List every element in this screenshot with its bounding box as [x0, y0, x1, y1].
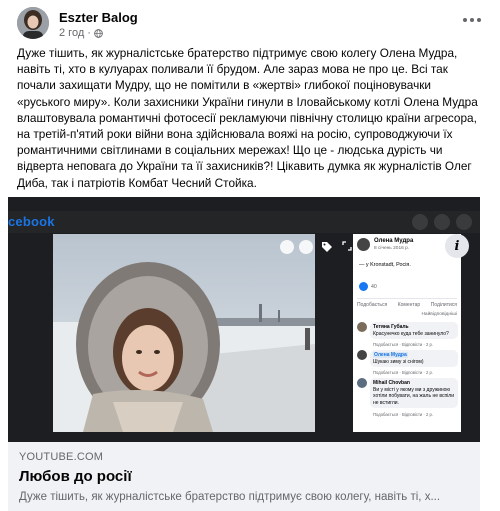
- photo-woman-in-snow: [53, 234, 315, 432]
- side-caption: — у Kronstadt, Росія.: [359, 262, 411, 268]
- side-likes: 40: [359, 282, 377, 291]
- link-domain: YOUTUBE.COM: [19, 451, 104, 463]
- post-time[interactable]: 2 год: [59, 27, 84, 39]
- link-preview-media[interactable]: cebook Олена Мудра 8 січень 2016 р. — у …: [8, 197, 480, 442]
- photo-side-panel: Олена Мудра 8 січень 2016 р. — у Kronsta…: [353, 234, 461, 432]
- messenger-icon: [412, 214, 428, 230]
- comment-avatar: [357, 350, 367, 360]
- link-preview-meta[interactable]: YOUTUBE.COM Любов до росії Дуже тішить, …: [8, 442, 480, 511]
- notifications-icon: [434, 214, 450, 230]
- like-icon: [359, 282, 368, 291]
- side-avatar[interactable]: [357, 238, 370, 251]
- link-title[interactable]: Любов до росії: [19, 468, 469, 485]
- link-description: Дуже тішить, як журналістське братерство…: [19, 491, 441, 503]
- zoom-out-icon[interactable]: [299, 240, 313, 254]
- facebook-topbar: cebook: [8, 211, 480, 233]
- author-avatar[interactable]: [17, 7, 49, 39]
- side-likes-count: 40: [371, 283, 377, 290]
- expand-icon[interactable]: [342, 241, 352, 251]
- globe-icon: [94, 28, 103, 38]
- account-icon: [456, 214, 472, 230]
- post-text: Дуже тішить, як журналістське братерство…: [17, 45, 485, 191]
- facebook-logo: cebook: [8, 214, 55, 229]
- zoom-in-icon[interactable]: [280, 240, 294, 254]
- author-name[interactable]: Eszter Balog: [59, 10, 138, 25]
- side-actions: Подобається Коментар Поділитися: [357, 298, 457, 308]
- comment-avatar: [357, 378, 367, 388]
- info-icon[interactable]: i: [445, 234, 469, 258]
- side-author[interactable]: Олена Мудра: [374, 238, 413, 244]
- comment-avatar: [357, 322, 367, 332]
- comment-sort[interactable]: Найвідповідніші: [421, 312, 457, 317]
- comment-button[interactable]: Коментар: [398, 302, 420, 308]
- share-button[interactable]: Поділитися: [431, 302, 457, 308]
- facebook-post: Eszter Balog 2 год · Дуже тішить, як жур…: [0, 0, 500, 511]
- more-options-icon[interactable]: [461, 13, 483, 27]
- post-body: Дуже тішить, як журналістське братерство…: [17, 46, 478, 190]
- side-date: 8 січень 2016 р.: [374, 246, 410, 251]
- like-button[interactable]: Подобається: [357, 302, 387, 308]
- post-meta: 2 год ·: [59, 27, 103, 39]
- post-header: Eszter Balog 2 год ·: [17, 7, 487, 43]
- tag-icon[interactable]: [321, 241, 333, 253]
